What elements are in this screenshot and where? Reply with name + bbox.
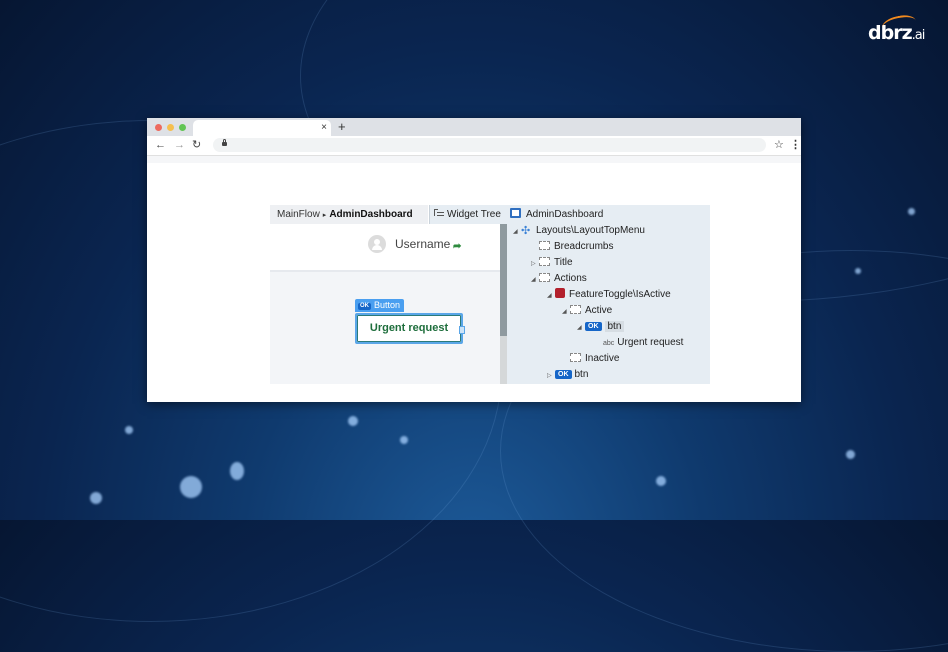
tree-node-label: FeatureToggle\IsActive [569, 289, 671, 300]
browser-menu-icon[interactable]: ⋮ [790, 138, 801, 153]
tree-icon [434, 209, 444, 218]
browser-tab[interactable]: × [193, 120, 331, 136]
breadcrumb-parent[interactable]: MainFlow [277, 209, 320, 220]
tree-node-label: Urgent request [617, 337, 684, 348]
breadcrumb-current: AdminDashboard [329, 209, 413, 220]
placeholder-icon [539, 257, 550, 266]
placeholder-icon [570, 353, 581, 362]
bokeh-dot [400, 436, 408, 444]
tree-node-label: Layouts\LayoutTopMenu [536, 225, 645, 236]
selected-widget-label: OK Button [355, 299, 405, 312]
button-inner-border [357, 315, 461, 342]
bokeh-dot [908, 208, 915, 215]
expand-toggle-icon[interactable]: ◢ [547, 289, 555, 304]
page-top-strip [147, 156, 801, 163]
tree-node-label: Title [554, 257, 573, 268]
tree-node-actions[interactable]: ◢ Actions [531, 271, 587, 286]
bokeh-dot [656, 476, 666, 486]
widget-type-label: Button [374, 300, 401, 310]
tree-node-btn[interactable]: ▷ OK btn [547, 367, 588, 382]
placeholder-icon [539, 241, 550, 250]
dbrz-logo: dbrz.ai [868, 12, 926, 44]
tree-node-layout[interactable]: ◢ ✣ Layouts\LayoutTopMenu [513, 223, 645, 238]
tab-bar: × + [147, 118, 801, 136]
logo-suffix: .ai [911, 28, 926, 43]
tree-node-label: Inactive [585, 353, 620, 364]
tree-node-inactive[interactable]: Inactive [570, 351, 619, 366]
minimize-window-button[interactable] [167, 124, 174, 131]
tree-node-active[interactable]: ◢ Active [562, 303, 612, 318]
tree-node-label: Active [585, 305, 613, 316]
placeholder-icon [570, 305, 581, 314]
expand-toggle-icon[interactable]: ◢ [562, 305, 570, 320]
lock-icon [222, 139, 227, 146]
expand-toggle-icon[interactable]: ▷ [531, 257, 539, 272]
tab-widget-tree[interactable]: Widget Tree [429, 205, 507, 224]
breadcrumb-separator-icon: ▸ [322, 212, 327, 219]
tree-node-featuretoggle[interactable]: ◢ FeatureToggle\IsActive [547, 287, 671, 302]
tree-node-btn-selected[interactable]: ◢ OK btn [577, 319, 625, 336]
service-studio-view: MainFlow ▸ AdminDashboard Username ➦ OK But… [270, 205, 710, 384]
tree-node-label: AdminDashboard [526, 209, 604, 220]
bookmark-star-icon[interactable]: ☆ [774, 138, 784, 153]
tree-node-title[interactable]: ▷ Title [531, 255, 573, 270]
urgent-request-button[interactable]: Urgent request [355, 313, 465, 344]
back-button[interactable]: ← [155, 138, 166, 153]
address-bar[interactable] [213, 138, 766, 152]
design-canvas: MainFlow ▸ AdminDashboard Username ➦ OK But… [270, 205, 500, 384]
layout-block-icon: ✣ [521, 225, 531, 237]
bokeh-dot [180, 476, 202, 498]
bokeh-dot [230, 462, 244, 480]
bokeh-dot [125, 426, 133, 434]
bokeh-dot [846, 450, 855, 459]
canvas-scrollbar[interactable] [500, 224, 507, 384]
bokeh-dot [90, 492, 102, 504]
feature-toggle-icon [555, 288, 565, 298]
scrollbar-thumb[interactable] [500, 224, 507, 336]
close-window-button[interactable] [155, 124, 162, 131]
text-icon: abc [603, 340, 615, 347]
bokeh-dot [348, 416, 358, 426]
tree-node-label: Actions [554, 273, 587, 284]
content-area: OK Button Urgent request [270, 272, 500, 384]
button-widget-icon: OK [358, 303, 371, 310]
tree-node-label: Breadcrumbs [554, 241, 614, 252]
expand-toggle-icon[interactable]: ◢ [577, 321, 585, 336]
expand-toggle-icon[interactable]: ◢ [531, 273, 539, 288]
tab-close-icon[interactable]: × [321, 120, 327, 136]
bokeh-dot [855, 268, 861, 274]
forward-button[interactable]: → [174, 138, 185, 153]
tree-node-label: btn [604, 321, 625, 332]
avatar-icon [368, 235, 386, 253]
new-tab-button[interactable]: + [338, 118, 346, 136]
breadcrumb: MainFlow ▸ AdminDashboard [270, 205, 428, 224]
expand-toggle-icon[interactable]: ◢ [513, 225, 521, 240]
tree-node-label: btn [574, 369, 589, 380]
tree-node-breadcrumbs[interactable]: Breadcrumbs [539, 239, 613, 254]
username-label: Username [395, 237, 451, 251]
maximize-window-button[interactable] [179, 124, 186, 131]
expand-toggle-icon[interactable]: ▷ [547, 369, 555, 384]
resize-handle[interactable] [459, 326, 465, 334]
tree-node-admindashboard[interactable]: AdminDashboard [510, 207, 603, 222]
app-header: Username ➦ [270, 224, 500, 272]
widget-tree-tab-label: Widget Tree [447, 209, 501, 220]
browser-window: × + ← → ↻ ☆ ⋮ MainFlow ▸ AdminDashboard Us… [147, 118, 801, 402]
navigation-bar: ← → ↻ ☆ ⋮ [147, 136, 801, 156]
placeholder-icon [539, 273, 550, 282]
reload-button[interactable]: ↻ [192, 138, 201, 153]
button-icon: OK [555, 370, 572, 379]
widget-tree-panel: Widget Tree AdminDashboard ◢ ✣ Layouts\Lay… [429, 205, 710, 384]
button-icon: OK [585, 322, 602, 331]
tree-node-text[interactable]: abc Urgent request [603, 335, 683, 350]
screen-icon [510, 208, 521, 218]
logout-icon[interactable]: ➦ [453, 242, 464, 252]
